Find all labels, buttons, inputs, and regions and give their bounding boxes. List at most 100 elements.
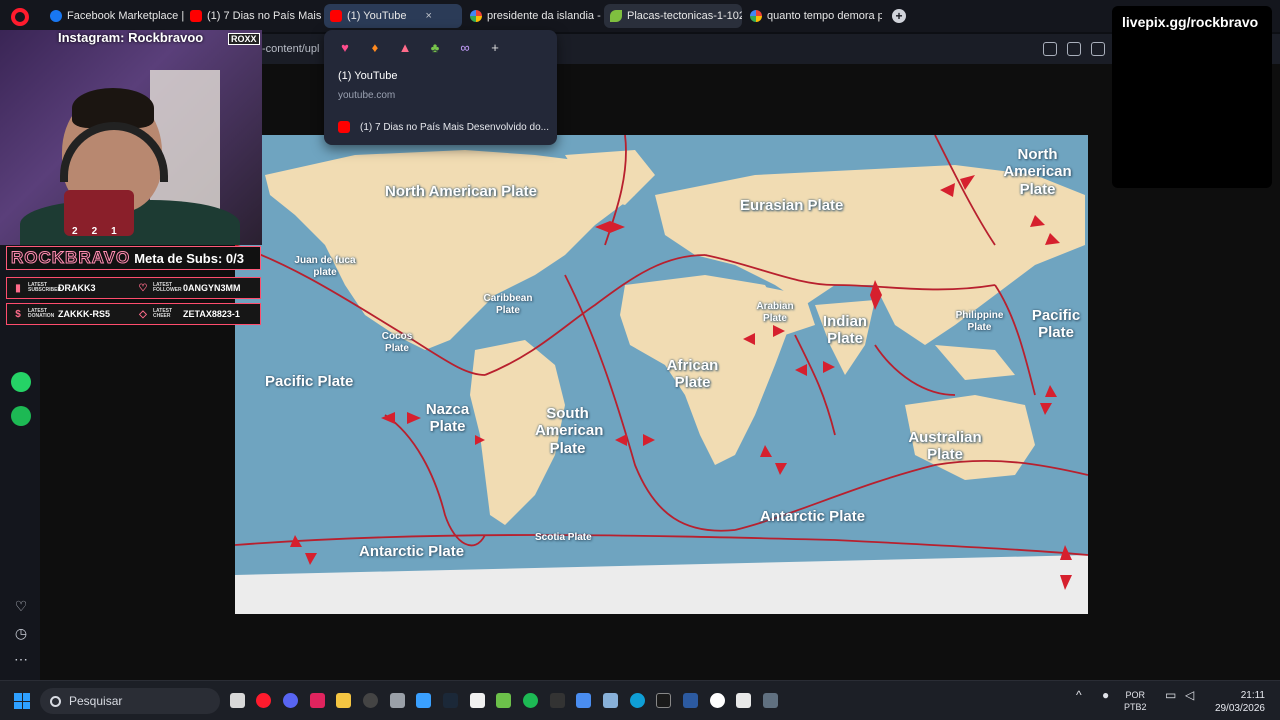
spotify-icon[interactable] [523,693,538,708]
streamer-brand-bar: ROCKBRAVO Meta de Subs: 0/3 [6,246,261,270]
tab-youtube-video[interactable]: (1) 7 Dias no País Mais De [184,4,322,28]
chevron-up-icon[interactable]: ^ [1076,689,1082,701]
tectonic-plates-map: North American Plate Eurasian Plate Nort… [235,135,1088,614]
map-label-australian-plate: Australian Plate [908,429,982,464]
heart-icon: ♡ [138,282,148,294]
edge-icon[interactable] [630,693,645,708]
glasses-icon[interactable]: ∞ [458,40,472,55]
whatsapp-icon[interactable] [11,372,31,392]
tab-bar: Facebook Marketplace | Fa (1) 7 Dias no … [0,0,1280,32]
file-icon[interactable] [230,693,245,708]
obs-icon[interactable] [363,693,378,708]
webcam-overlay: 2 2 1 [0,30,262,245]
epic-icon[interactable] [470,693,485,708]
media-player-icon[interactable] [710,693,725,708]
checklist-icon[interactable] [736,693,751,708]
youtube-icon [330,10,342,22]
opera-logo-icon[interactable] [11,8,29,26]
address-url[interactable]: -content/upl [262,43,319,55]
heart-icon[interactable]: ♥ [338,40,352,55]
system-clock[interactable]: 21:11 29/03/2026 [1205,689,1265,715]
discord-icon[interactable] [283,693,298,708]
tab-youtube[interactable]: (1) YouTube × [324,4,462,28]
language-code: POR [1125,690,1146,700]
tab-title: (1) YouTube [347,10,407,22]
taskbar-search[interactable]: Pesquisar [40,688,220,714]
app-icon[interactable] [763,693,778,708]
screen: North American Plate Eurasian Plate Nort… [0,0,1280,720]
popup-list-item[interactable]: (1) 7 Dias no País Mais Desenvolvido do.… [338,121,549,133]
folder-icon[interactable] [336,693,351,708]
stat-label: LATEST SUBSCRIBER [28,282,62,293]
stat-label: LATEST CHEER [153,308,173,319]
terminal-icon[interactable] [550,693,565,708]
language-indicator[interactable]: POR PTB2 [1124,689,1147,713]
stat-value: 0ANGYN3MM [183,283,241,293]
map-label-south-american-plate: South American Plate [535,405,604,457]
tab-google-quanto-tempo[interactable]: quanto tempo demora pa [744,4,882,28]
youtube-icon [190,10,202,22]
poop-icon[interactable]: ▲ [398,40,412,55]
tab-title: presidente da islandia - Pe [487,10,602,22]
map-label-antarctic-plate-east: Antarctic Plate [760,508,866,525]
windows-start-icon[interactable] [14,693,30,709]
stat-label: LATEST FOLLOWER [153,282,182,293]
popup-url: youtube.com [338,90,396,101]
facebook-icon [50,10,62,22]
streamer-name: ROCKBRAVO [10,248,131,268]
popup-emoji-row: ♥ ♦ ▲ ♣ ∞ + [338,40,502,55]
map-label-cocos-plate: Cocos Plate [381,331,413,354]
counter-value: 1 [111,226,117,237]
clock-time: 21:11 [1240,690,1265,701]
steam-icon[interactable] [443,693,458,708]
stat-label: LATEST DONATION [28,308,55,319]
popup-title: (1) YouTube [338,70,398,82]
tab-facebook-marketplace[interactable]: Facebook Marketplace | Fa [44,4,184,28]
app-icon[interactable] [603,693,618,708]
app-icon[interactable] [656,693,671,708]
map-label-eurasian-plate: Eurasian Plate [740,197,844,214]
overlay-counters: 2 2 1 [72,226,117,237]
fire-icon[interactable]: ♦ [368,40,382,55]
map-label-caribbean-plate: Caribbean Plate [483,293,533,316]
tab-title: (1) 7 Dias no País Mais De [207,10,322,22]
map-label-pacific-plate-west: Pacific Plate [265,373,354,390]
palm-tree-icon[interactable]: ♣ [428,40,442,55]
search-icon [50,695,61,707]
calculator-icon[interactable] [576,693,591,708]
microphone-icon[interactable]: ● [1102,689,1109,701]
counter-value: 2 [91,226,98,237]
map-label-north-american-plate-east: North American Plate [1003,146,1072,198]
edit-icon[interactable] [1043,42,1057,56]
spotify-icon[interactable] [11,406,31,426]
map-label-indian-plate: Indian Plate [822,313,868,348]
map-label-juan-de-fuca-plate: Juan de fuca plate [294,255,356,278]
history-icon[interactable]: ◷ [12,625,30,642]
camera-icon[interactable] [1067,42,1081,56]
tab-close-button[interactable]: × [426,10,432,22]
opera-icon[interactable] [256,693,271,708]
heart-icon[interactable]: ♡ [12,598,30,615]
google-icon [750,10,762,22]
app-icon[interactable] [390,693,405,708]
app-icon[interactable] [683,693,698,708]
more-icon[interactable]: ⋯ [12,651,30,668]
add-emoji-button[interactable]: + [488,40,502,55]
popup-item-title: (1) 7 Dias no País Mais Desenvolvido do.… [360,121,549,133]
tab-preview-popup: ♥ ♦ ▲ ♣ ∞ + (1) YouTube youtube.com (1) … [324,30,557,145]
tab-placas-tectonicas[interactable]: Placas-tectonicas-1-1024x [604,4,742,28]
subs-goal: Meta de Subs: 0/3 [134,250,244,266]
app-icon[interactable] [310,693,325,708]
diamond-icon: ◇ [139,308,147,320]
app-icon[interactable] [496,693,511,708]
livepix-overlay [1112,6,1272,188]
tab-title: quanto tempo demora pa [767,10,882,22]
network-icon[interactable]: ▭ [1165,689,1176,701]
youtube-icon [338,121,350,133]
shield-icon[interactable] [1091,42,1105,56]
google-icon [470,10,482,22]
new-tab-button[interactable]: + [892,9,906,23]
app-icon[interactable] [416,693,431,708]
tab-google-islandia[interactable]: presidente da islandia - Pe [464,4,602,28]
volume-icon[interactable]: ◁ [1185,689,1194,701]
